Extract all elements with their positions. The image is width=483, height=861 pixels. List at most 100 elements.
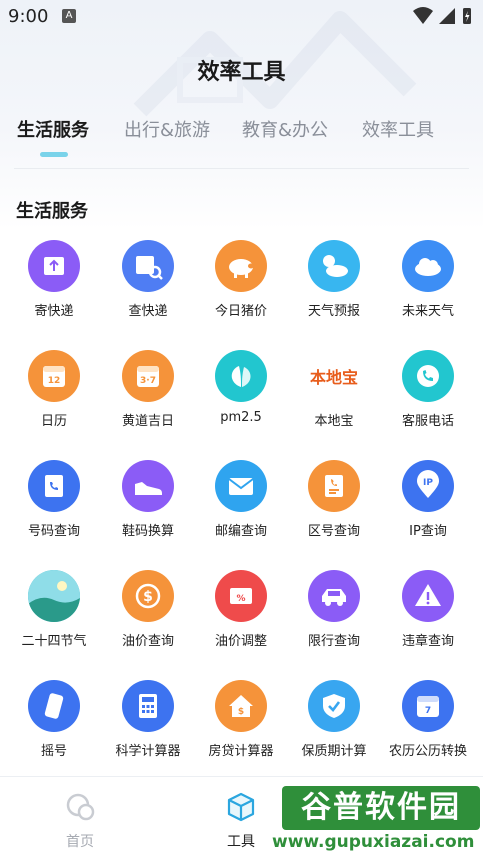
leaf-icon xyxy=(215,350,267,402)
tool-item[interactable]: 未来天气 xyxy=(380,240,476,340)
tool-item[interactable]: 查快递 xyxy=(100,240,196,340)
watermark: 谷普软件园 www.gupuxiazai.com xyxy=(266,786,480,856)
tool-item[interactable]: IP IP查询 xyxy=(380,460,476,560)
landscape-icon xyxy=(28,570,80,622)
tab-life-services[interactable]: 生活服务 xyxy=(17,116,89,142)
tool-label: 寄快递 xyxy=(34,304,74,319)
tool-label: 日历 xyxy=(40,414,67,429)
tool-label: 号码查询 xyxy=(27,524,80,539)
parcel-search-icon xyxy=(122,240,174,292)
svg-text:3·7: 3·7 xyxy=(140,376,156,386)
tool-item[interactable]: 摇号 xyxy=(6,680,102,780)
tool-item[interactable]: 本地宝 本地宝 xyxy=(286,350,382,450)
tool-item[interactable]: 科学计算器 xyxy=(100,680,196,780)
mail-icon xyxy=(215,460,267,512)
tool-label: 农历公历转换 xyxy=(388,744,467,759)
status-icons xyxy=(413,7,471,24)
tool-label: 鞋码换算 xyxy=(121,524,174,539)
tool-label: 油价查询 xyxy=(121,634,174,649)
tool-label: 限行查询 xyxy=(307,634,360,649)
notification-icon: A xyxy=(62,9,76,23)
tool-label: 房贷计算器 xyxy=(208,744,274,759)
bendibao-logo-icon: 本地宝 xyxy=(308,350,360,402)
tool-label: IP查询 xyxy=(409,524,447,539)
tool-item[interactable]: 客服电话 xyxy=(380,350,476,450)
tool-label: 天气预报 xyxy=(307,304,360,319)
tool-label: 客服电话 xyxy=(401,414,454,429)
tool-label: 今日猪价 xyxy=(214,304,267,319)
category-tabs: 生活服务 出行&旅游 教育&办公 效率工具 xyxy=(0,116,483,166)
box-icon xyxy=(227,792,255,822)
coin-icon: $ xyxy=(122,570,174,622)
section-title: 生活服务 xyxy=(16,201,88,222)
svg-text:$: $ xyxy=(238,707,244,717)
location-pin-icon: IP xyxy=(402,460,454,512)
tool-item[interactable]: 邮编查询 xyxy=(193,460,289,560)
svg-text:12: 12 xyxy=(48,376,61,386)
tab-education-office[interactable]: 教育&办公 xyxy=(242,116,328,142)
tool-item[interactable]: pm2.5 xyxy=(193,350,289,450)
tool-label: 未来天气 xyxy=(401,304,454,319)
tool-item[interactable]: 今日猪价 xyxy=(193,240,289,340)
shield-check-icon xyxy=(308,680,360,732)
svg-text:$: $ xyxy=(143,589,153,605)
nav-home[interactable]: 首页 xyxy=(0,777,160,861)
active-tab-indicator xyxy=(40,152,68,157)
tool-item[interactable]: 限行查询 xyxy=(286,570,382,670)
bendibao-logo-text: 本地宝 xyxy=(309,368,358,387)
calendar-lucky-icon: 3·7 xyxy=(122,350,174,402)
tool-item[interactable]: 保质期计算 xyxy=(286,680,382,780)
tool-item[interactable]: 寄快递 xyxy=(6,240,102,340)
tool-item[interactable]: 违章查询 xyxy=(380,570,476,670)
phone-shake-icon xyxy=(28,680,80,732)
phone-icon xyxy=(402,350,454,402)
tool-item[interactable]: 3·7 黄道吉日 xyxy=(100,350,196,450)
tool-label: 查快递 xyxy=(128,304,168,319)
phonebook-icon xyxy=(28,460,80,512)
tool-label: 本地宝 xyxy=(314,414,354,429)
tool-item[interactable]: 7 农历公历转换 xyxy=(380,680,476,780)
tool-item[interactable]: % 油价调整 xyxy=(193,570,289,670)
car-icon xyxy=(308,570,360,622)
warning-icon xyxy=(402,570,454,622)
tab-travel[interactable]: 出行&旅游 xyxy=(124,116,210,142)
signal-icon xyxy=(439,8,455,24)
cloud-icon xyxy=(402,240,454,292)
wifi-icon xyxy=(413,7,433,24)
tool-label: 科学计算器 xyxy=(115,744,181,759)
tool-label: 摇号 xyxy=(40,744,67,759)
home-bubbles-icon xyxy=(66,793,95,821)
tool-item[interactable]: $ 油价查询 xyxy=(100,570,196,670)
tool-label: 黄道吉日 xyxy=(121,414,174,429)
svg-text:7: 7 xyxy=(425,706,431,716)
tool-label: 邮编查询 xyxy=(214,524,267,539)
svg-text:IP: IP xyxy=(423,478,433,488)
tool-label: 油价调整 xyxy=(214,634,267,649)
tool-item[interactable]: 号码查询 xyxy=(6,460,102,560)
tool-item[interactable]: 区号查询 xyxy=(286,460,382,560)
shoe-icon xyxy=(122,460,174,512)
calendar-convert-icon: 7 xyxy=(402,680,454,732)
page-title: 效率工具 xyxy=(197,60,286,85)
tool-item[interactable]: 鞋码换算 xyxy=(100,460,196,560)
document-phone-icon xyxy=(308,460,360,512)
house-coin-icon: $ xyxy=(215,680,267,732)
tool-item[interactable]: 二十四节气 xyxy=(6,570,102,670)
percent-tag-icon: % xyxy=(215,570,267,622)
tool-item[interactable]: 12 日历 xyxy=(6,350,102,450)
tool-label: 区号查询 xyxy=(307,524,360,539)
tab-efficiency-tools[interactable]: 效率工具 xyxy=(362,116,434,142)
status-time: 9:00 xyxy=(8,6,49,27)
tool-label: pm2.5 xyxy=(220,410,262,425)
tabs-divider xyxy=(14,168,469,169)
tool-item[interactable]: 天气预报 xyxy=(286,240,382,340)
nav-home-label: 首页 xyxy=(66,834,94,850)
svg-text:%: % xyxy=(236,594,245,604)
calculator-icon xyxy=(122,680,174,732)
tool-label: 保质期计算 xyxy=(301,744,367,759)
watermark-url: www.gupuxiazai.com xyxy=(272,832,475,852)
weather-sun-cloud-icon xyxy=(308,240,360,292)
status-bar: 9:00 A xyxy=(0,0,483,34)
tool-item[interactable]: $ 房贷计算器 xyxy=(193,680,289,780)
tool-label: 违章查询 xyxy=(401,634,454,649)
